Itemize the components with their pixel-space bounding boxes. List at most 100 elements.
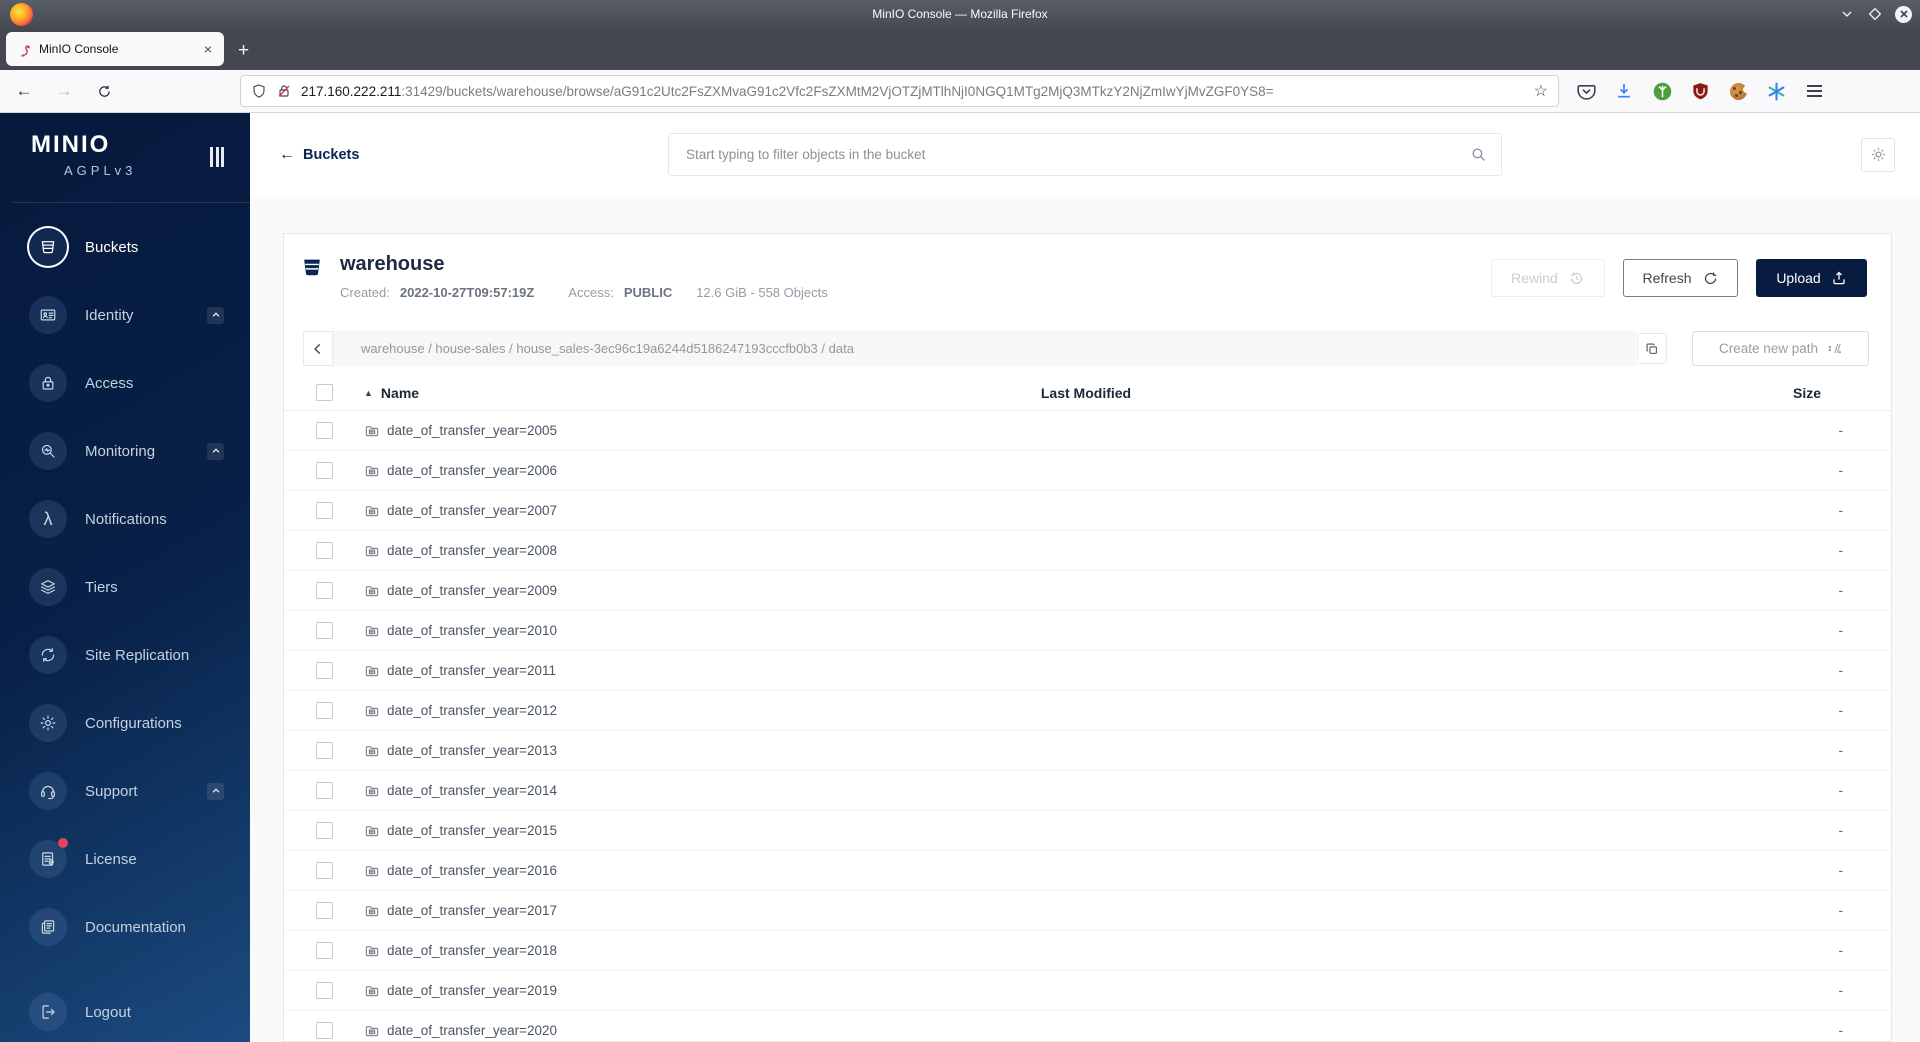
download-icon[interactable] [1611,78,1637,104]
row-checkbox[interactable] [316,662,333,679]
row-checkbox[interactable] [316,462,333,479]
table-row[interactable]: date_of_transfer_year=2013 - [284,731,1891,771]
filter-objects-input[interactable] [686,147,1470,162]
column-last-modified[interactable]: Last Modified [826,385,1346,401]
row-checkbox[interactable] [316,622,333,639]
documentation-icon [29,908,67,946]
new-tab-button[interactable]: + [238,40,249,62]
logout-icon [29,993,67,1031]
table-row[interactable]: date_of_transfer_year=2005 - [284,411,1891,451]
table-row[interactable]: date_of_transfer_year=2014 - [284,771,1891,811]
tab-close-icon[interactable]: × [200,40,216,58]
object-name: date_of_transfer_year=2012 [387,703,558,718]
table-row[interactable]: date_of_transfer_year=2020 - [284,1011,1891,1042]
row-checkbox[interactable] [316,822,333,839]
sidebar-item-buckets[interactable]: Buckets [0,213,250,281]
create-new-path-button[interactable]: Create new path [1692,331,1869,366]
insecure-lock-icon[interactable] [276,83,292,99]
sidebar-item-notifications[interactable]: λ Notifications [0,485,250,553]
chevron-up-icon[interactable] [207,442,224,460]
chevron-up-icon[interactable] [207,306,224,324]
tracking-shield-icon[interactable] [251,83,267,99]
path-back-button[interactable] [303,331,333,366]
row-checkbox[interactable] [316,942,333,959]
reload-button[interactable] [90,77,118,105]
tab-minio-console[interactable]: MinIO Console × [6,32,224,66]
column-size[interactable]: Size [1721,385,1891,401]
sidebar-item-support[interactable]: Support [0,757,250,825]
row-checkbox[interactable] [316,702,333,719]
back-button[interactable]: ← [10,77,38,105]
row-checkbox[interactable] [316,902,333,919]
extension-green-icon[interactable] [1649,78,1675,104]
row-checkbox[interactable] [316,742,333,759]
table-row[interactable]: date_of_transfer_year=2007 - [284,491,1891,531]
row-checkbox[interactable] [316,582,333,599]
settings-gear-button[interactable] [1861,137,1895,172]
row-checkbox[interactable] [316,862,333,879]
window-minimize-icon[interactable] [1839,6,1855,22]
object-name: date_of_transfer_year=2011 [387,663,557,678]
forward-button[interactable]: → [50,77,78,105]
column-name[interactable]: Name [381,385,419,401]
folder-icon [364,863,380,879]
sidebar-item-identity[interactable]: Identity [0,281,250,349]
extension-asterisk-icon[interactable] [1763,78,1789,104]
table-row[interactable]: date_of_transfer_year=2017 - [284,891,1891,931]
sidebar-item-license[interactable]: License [0,825,250,893]
cookie-icon[interactable] [1725,78,1751,104]
url-text[interactable]: 217.160.222.211:31429/buckets/warehouse/… [301,84,1526,99]
folder-icon [364,823,380,839]
object-name: date_of_transfer_year=2017 [387,903,558,918]
table-row[interactable]: date_of_transfer_year=2008 - [284,531,1891,571]
window-close-icon[interactable] [1895,5,1912,23]
upload-button[interactable]: Upload [1756,259,1867,297]
sidebar-item-tiers[interactable]: Tiers [0,553,250,621]
rewind-button[interactable]: Rewind [1491,259,1605,297]
breadcrumb[interactable]: warehouse / house-sales / house_sales-3e… [333,331,1636,366]
tab-strip: MinIO Console × + [0,28,1920,70]
sidebar-item-logout[interactable]: Logout [0,978,250,1042]
table-row[interactable]: date_of_transfer_year=2012 - [284,691,1891,731]
row-checkbox[interactable] [316,502,333,519]
row-checkbox[interactable] [316,1022,333,1039]
bookmark-star-icon[interactable]: ☆ [1534,81,1548,101]
menu-icon[interactable] [1801,78,1827,104]
copy-path-button[interactable] [1637,333,1667,364]
sidebar-item-site-replication[interactable]: Site Replication [0,621,250,689]
ublock-origin-icon[interactable] [1687,78,1713,104]
sidebar-collapse-icon[interactable] [210,147,224,167]
configurations-icon [29,704,67,742]
folder-icon [364,903,380,919]
objects-table: ▲ Name Last Modified Size date_of_transf… [284,375,1891,1042]
table-row[interactable]: date_of_transfer_year=2018 - [284,931,1891,971]
row-checkbox[interactable] [316,422,333,439]
row-checkbox[interactable] [316,982,333,999]
sidebar-item-access[interactable]: Access [0,349,250,417]
url-bar[interactable]: 217.160.222.211:31429/buckets/warehouse/… [240,75,1559,107]
row-checkbox[interactable] [316,782,333,799]
row-checkbox[interactable] [316,542,333,559]
chevron-up-icon[interactable] [207,782,224,800]
bucket-title: warehouse [340,253,445,275]
sort-ascending-icon[interactable]: ▲ [364,388,373,398]
object-size: - [1838,543,1844,558]
object-name: date_of_transfer_year=2015 [387,823,558,838]
sidebar-item-monitoring[interactable]: Monitoring [0,417,250,485]
table-row[interactable]: date_of_transfer_year=2009 - [284,571,1891,611]
table-row[interactable]: date_of_transfer_year=2010 - [284,611,1891,651]
table-row[interactable]: date_of_transfer_year=2011 - [284,651,1891,691]
back-to-buckets-link[interactable]: ← Buckets [279,146,359,164]
identity-icon [29,296,67,334]
table-row[interactable]: date_of_transfer_year=2019 - [284,971,1891,1011]
sidebar-item-documentation[interactable]: Documentation [0,893,250,961]
sidebar-item-configurations[interactable]: Configurations [0,689,250,757]
table-row[interactable]: date_of_transfer_year=2015 - [284,811,1891,851]
table-row[interactable]: date_of_transfer_year=2016 - [284,851,1891,891]
select-all-checkbox[interactable] [316,384,333,401]
pocket-icon[interactable] [1573,78,1599,104]
refresh-button[interactable]: Refresh [1623,259,1738,297]
object-name: date_of_transfer_year=2009 [387,583,558,598]
table-row[interactable]: date_of_transfer_year=2006 - [284,451,1891,491]
window-maximize-icon[interactable] [1867,6,1883,22]
